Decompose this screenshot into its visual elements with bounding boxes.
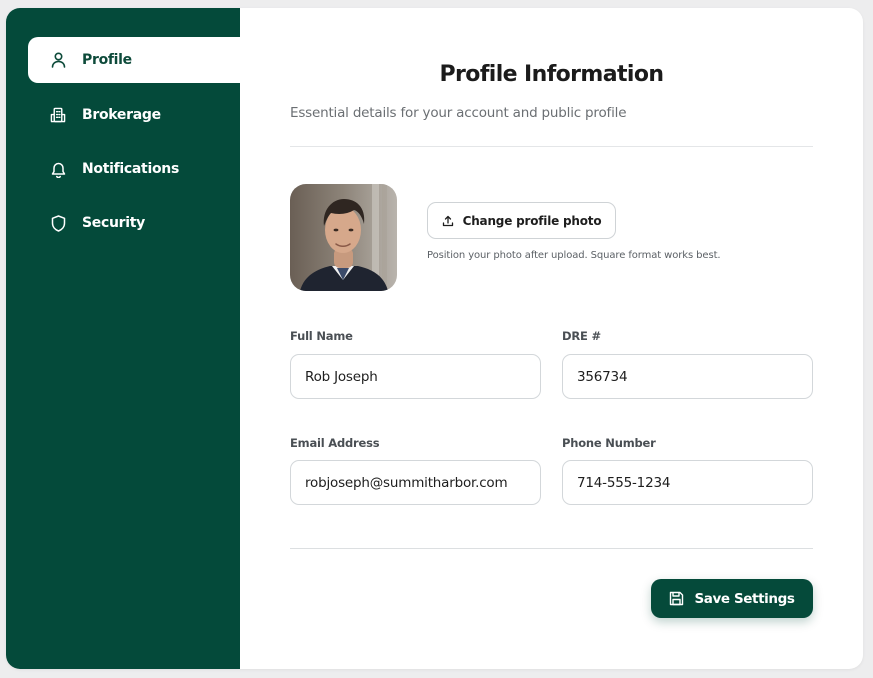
footer-divider [290,548,813,549]
sidebar-item-label: Security [82,215,145,231]
save-settings-label: Save Settings [694,590,795,607]
sidebar-item-profile[interactable]: Profile [28,37,240,83]
settings-card: Profile Brokerage Notifications Security… [6,8,863,669]
user-icon [50,52,66,68]
sidebar-item-label: Profile [82,52,132,68]
save-settings-button[interactable]: Save Settings [651,579,813,618]
page-subtitle: Essential details for your account and p… [290,105,627,121]
email-label: Email Address [290,436,380,450]
full-name-input[interactable] [290,354,541,399]
header-divider [290,146,813,147]
sidebar-item-label: Brokerage [82,107,161,123]
sidebar-item-label: Notifications [82,161,179,177]
full-name-label: Full Name [290,329,353,343]
upload-icon [442,215,454,227]
change-photo-label: Change profile photo [462,213,602,228]
sidebar: Profile Brokerage Notifications Security [6,8,240,669]
phone-label: Phone Number [562,436,656,450]
photo-hint: Position your photo after upload. Square… [427,250,721,261]
phone-input[interactable] [562,460,813,505]
sidebar-item-security[interactable]: Security [28,200,240,246]
avatar [290,184,397,291]
page-title: Profile Information [439,62,665,87]
dre-input[interactable] [562,354,813,399]
change-photo-button[interactable]: Change profile photo [427,202,616,239]
email-input[interactable] [290,460,541,505]
shield-icon [50,214,66,232]
dre-label: DRE # [562,329,601,343]
sidebar-item-brokerage[interactable]: Brokerage [28,92,240,138]
floppy-disk-icon [669,591,684,606]
building-icon [50,107,66,123]
bell-icon [50,161,66,178]
profile-panel: Profile Information Essential details fo… [240,8,863,669]
sidebar-item-notifications[interactable]: Notifications [28,146,240,192]
